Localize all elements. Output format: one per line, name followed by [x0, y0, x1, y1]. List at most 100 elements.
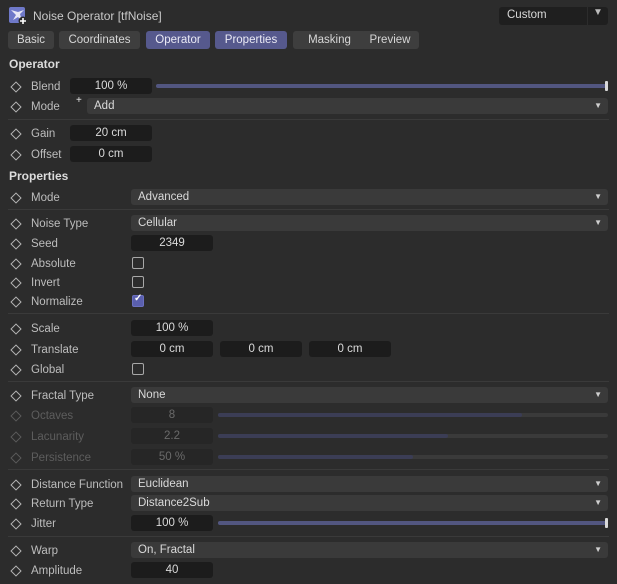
keyframe-diamond-icon[interactable]	[10, 323, 22, 335]
param-normalize: Normalize ✓	[0, 293, 617, 313]
param-label: Warp	[31, 545, 59, 557]
keyframe-diamond-icon[interactable]	[10, 479, 22, 491]
divider	[8, 209, 609, 210]
chevron-down-icon: ▼	[594, 479, 602, 488]
tab-basic[interactable]: Basic	[8, 31, 54, 49]
keyframe-diamond-icon[interactable]	[10, 518, 22, 530]
divider	[8, 381, 609, 382]
noise-type-dropdown[interactable]: Cellular ▼	[131, 215, 608, 231]
gain-field[interactable]: 20 cm	[70, 125, 152, 141]
section-heading-properties: Properties	[9, 169, 69, 183]
param-amplitude: Amplitude 40	[0, 562, 617, 582]
fractal-type-dropdown[interactable]: None ▼	[131, 387, 608, 403]
window-title: Noise Operator [tfNoise]	[33, 9, 162, 23]
param-noise-type: Noise Type Cellular ▼	[0, 215, 617, 235]
translate-y-field[interactable]: 0 cm	[220, 341, 302, 357]
keyframe-diamond-icon[interactable]	[10, 128, 22, 140]
param-label: Offset	[31, 149, 62, 161]
chevron-down-icon: ▼	[594, 498, 602, 507]
dropdown-value: Advanced	[138, 191, 190, 203]
tab-operator[interactable]: Operator	[146, 31, 210, 49]
param-label: Global	[31, 364, 65, 376]
slider-knob[interactable]	[605, 81, 608, 91]
keyframe-diamond-icon[interactable]	[10, 498, 22, 510]
global-checkbox[interactable]	[132, 363, 144, 375]
tab-properties[interactable]: Properties	[215, 31, 287, 49]
distance-function-dropdown[interactable]: Euclidean ▼	[131, 476, 608, 492]
return-type-dropdown[interactable]: Distance2Sub ▼	[131, 495, 608, 511]
param-operator-mode: Mode + Add ▼	[0, 95, 617, 118]
param-label: Distance Function	[31, 479, 124, 491]
keyframe-diamond-icon[interactable]	[10, 238, 22, 250]
slider-fill	[218, 413, 523, 417]
keyframe-diamond-icon[interactable]	[10, 258, 22, 270]
blend-field[interactable]: 100 %	[70, 78, 152, 94]
translate-z-field[interactable]: 0 cm	[309, 341, 391, 357]
keyframe-diamond-icon[interactable]	[10, 364, 22, 376]
param-jitter: Jitter 100 %	[0, 515, 617, 535]
tab-masking[interactable]: Masking	[293, 31, 366, 49]
keyframe-diamond-icon[interactable]	[10, 81, 22, 93]
keyframe-diamond-icon[interactable]	[10, 101, 22, 113]
slider-fill	[156, 84, 608, 88]
keyframe-diamond-icon	[10, 410, 22, 422]
keyframe-diamond-icon	[10, 452, 22, 464]
slider-fill	[218, 455, 413, 459]
param-lacunarity: Lacunarity 2.2	[0, 428, 617, 448]
translate-x-field[interactable]: 0 cm	[131, 341, 213, 357]
keyframe-diamond-icon[interactable]	[10, 192, 22, 204]
param-absolute: Absolute	[0, 255, 617, 275]
jitter-field[interactable]: 100 %	[131, 515, 213, 531]
scale-field[interactable]: 100 %	[131, 320, 213, 336]
warp-dropdown[interactable]: On, Fractal ▼	[131, 542, 608, 558]
param-offset: Offset 0 cm	[0, 146, 617, 166]
param-translate: Translate 0 cm 0 cm 0 cm	[0, 341, 617, 361]
normalize-checkbox[interactable]: ✓	[132, 293, 144, 307]
keyframe-diamond-icon[interactable]	[10, 149, 22, 161]
param-label: Invert	[31, 277, 60, 289]
dropdown-value: On, Fractal	[138, 544, 195, 556]
section-heading-operator: Operator	[9, 57, 60, 71]
offset-field[interactable]: 0 cm	[70, 146, 152, 162]
keyframe-diamond-icon[interactable]	[10, 296, 22, 308]
invert-checkbox[interactable]	[132, 276, 144, 288]
keyframe-diamond-icon[interactable]	[10, 344, 22, 356]
slider-fill	[218, 521, 608, 525]
keyframe-diamond-icon[interactable]	[10, 545, 22, 557]
param-label: Return Type	[31, 498, 94, 510]
tab-preview[interactable]: Preview	[361, 31, 419, 49]
seed-field[interactable]: 2349	[131, 235, 213, 251]
jitter-slider[interactable]	[218, 518, 608, 528]
keyframe-diamond-icon[interactable]	[10, 390, 22, 402]
param-warp: Warp On, Fractal ▼	[0, 542, 617, 562]
absolute-checkbox[interactable]	[132, 257, 144, 269]
preset-dropdown[interactable]: Custom ▼	[499, 7, 608, 25]
chevron-down-icon: ▼	[594, 545, 602, 554]
keyframe-diamond-icon[interactable]	[10, 218, 22, 230]
lacunarity-slider	[218, 434, 608, 438]
slider-fill	[218, 434, 449, 438]
lacunarity-field: 2.2	[131, 428, 213, 444]
param-label: Persistence	[31, 452, 92, 464]
keyframe-diamond-icon[interactable]	[10, 277, 22, 289]
param-properties-mode: Mode Advanced ▼	[0, 189, 617, 209]
slider-knob[interactable]	[605, 518, 608, 528]
param-label: Amplitude	[31, 565, 83, 577]
chevron-down-icon: ▼	[594, 192, 602, 201]
blend-slider[interactable]	[156, 81, 608, 91]
param-label: Gain	[31, 128, 56, 140]
param-fractal-type: Fractal Type None ▼	[0, 387, 617, 407]
param-blend: Blend 100 %	[0, 78, 617, 98]
divider	[8, 119, 609, 120]
param-seed: Seed 2349	[0, 235, 617, 255]
amplitude-field[interactable]: 40	[131, 562, 213, 578]
param-label: Blend	[31, 81, 61, 93]
keyframe-diamond-icon[interactable]	[10, 565, 22, 577]
keyframe-diamond-icon	[10, 431, 22, 443]
tab-coordinates[interactable]: Coordinates	[59, 31, 140, 49]
chevron-down-icon[interactable]: ▼	[593, 7, 603, 18]
operator-mode-dropdown[interactable]: Add ▼	[87, 98, 608, 114]
param-label: Jitter	[31, 518, 56, 530]
properties-mode-dropdown[interactable]: Advanced ▼	[131, 189, 608, 205]
dropdown-value: Add	[94, 100, 115, 112]
